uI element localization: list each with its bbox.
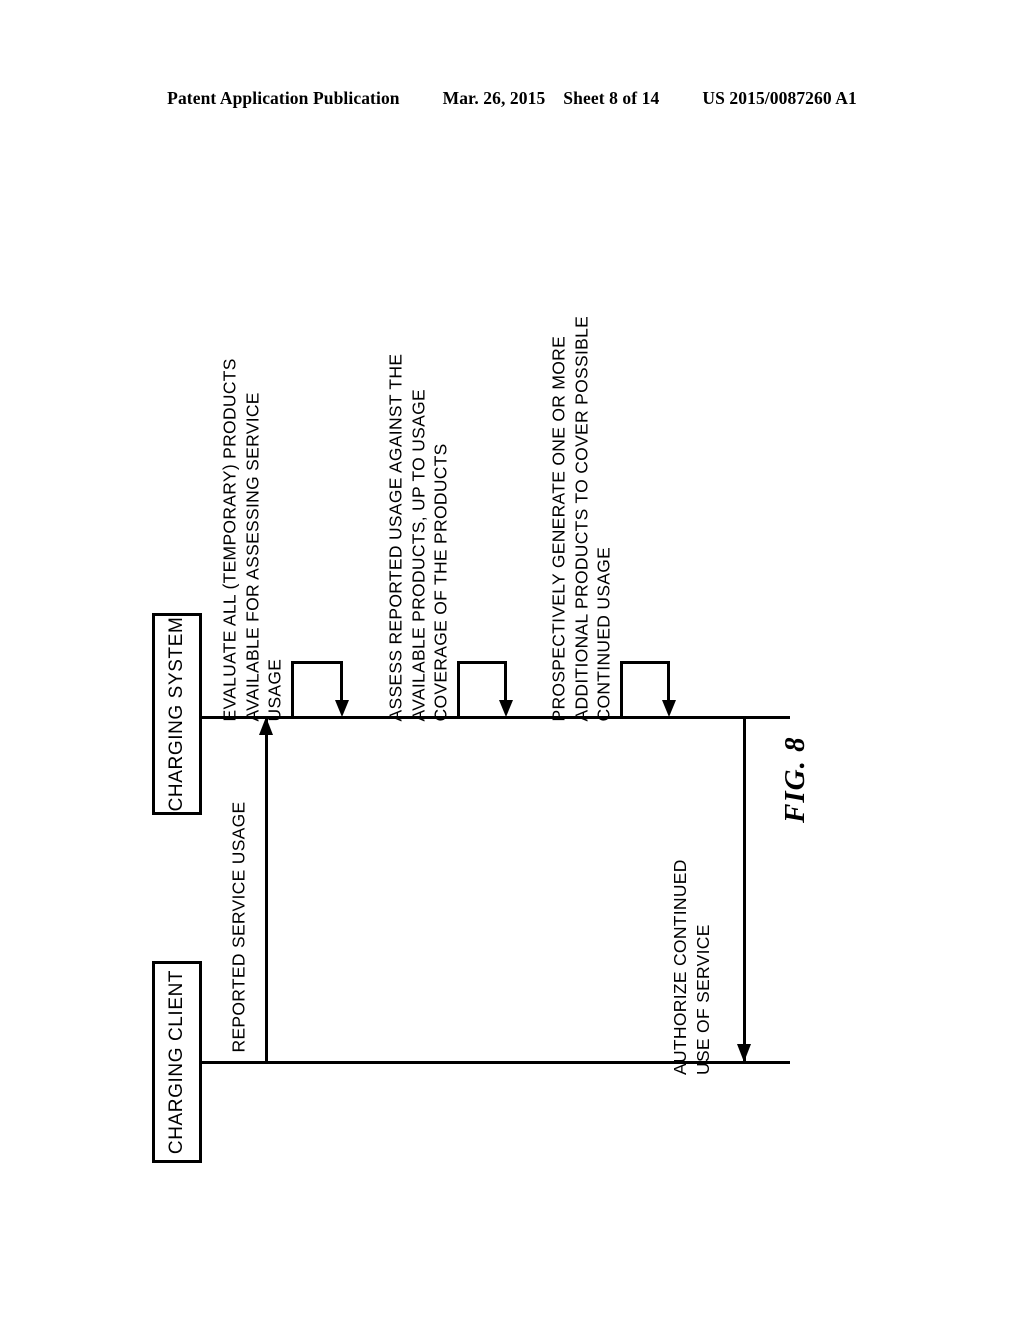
message-label-authorize-continued-use: AUTHORIZE CONTINUED USE OF SERVICE [670, 859, 713, 1075]
self-loop-evaluate-products [291, 661, 349, 717]
self-loop-left-segment [620, 661, 623, 717]
arrowhead-assess-reported-usage [499, 700, 513, 717]
message-line-reported-service-usage [265, 716, 268, 1062]
arrowhead-prospectively-generate-products [662, 700, 676, 717]
actor-box-charging-client: CHARGING CLIENT [152, 961, 202, 1163]
message-label-assess-reported-usage: ASSESS REPORTED USAGE AGAINST THE AVAILA… [385, 353, 451, 722]
figure-caption: FIG. 8 [779, 736, 811, 823]
self-loop-right-segment [340, 661, 343, 703]
arrowhead-evaluate-products [335, 700, 349, 717]
message-label-prospectively-generate-products: PROSPECTIVELY GENERATE ONE OR MORE ADDIT… [548, 315, 614, 722]
message-label-reported-service-usage: REPORTED SERVICE USAGE [228, 801, 249, 1053]
sequence-diagram: CHARGING SYSTEM CHARGING CLIENT REPORTED… [0, 0, 1024, 1320]
self-loop-left-segment [457, 661, 460, 717]
self-loop-right-segment [504, 661, 507, 703]
actor-box-charging-system: CHARGING SYSTEM [152, 613, 202, 815]
self-loop-right-segment [667, 661, 670, 703]
self-loop-top-segment [620, 661, 670, 664]
actor-label-charging-system: CHARGING SYSTEM [166, 616, 187, 812]
self-loop-left-segment [291, 661, 294, 717]
arrowhead-authorize-continued-use [737, 1044, 751, 1062]
message-label-evaluate-products: EVALUATE ALL (TEMPORARY) PRODUCTS AVAILA… [219, 358, 285, 722]
actor-label-charging-client: CHARGING CLIENT [166, 969, 187, 1155]
message-line-authorize-continued-use [743, 716, 746, 1062]
self-loop-top-segment [457, 661, 507, 664]
self-loop-top-segment [291, 661, 343, 664]
self-loop-prospectively-generate-products [620, 661, 676, 717]
self-loop-assess-reported-usage [457, 661, 513, 717]
